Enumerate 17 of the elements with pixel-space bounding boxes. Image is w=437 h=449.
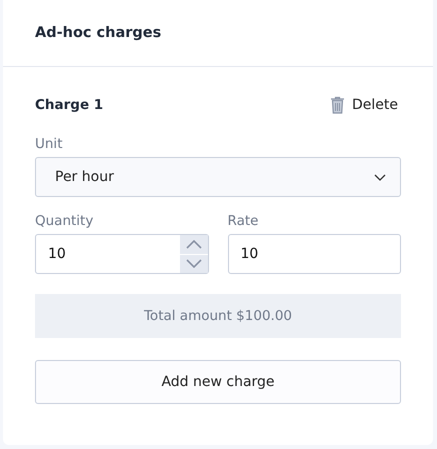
increment-button[interactable] <box>180 235 208 254</box>
card-title: Ad-hoc charges <box>35 25 162 41</box>
rate-field[interactable]: 10 <box>228 234 401 274</box>
field-label: Quantity <box>35 212 94 230</box>
unit-select[interactable]: Per hour <box>35 157 401 197</box>
field-label: Rate <box>228 212 260 230</box>
quantity-field[interactable]: 10 <box>35 234 208 274</box>
field-label: Unit <box>35 135 64 153</box>
charge-title: Charge 1 <box>35 97 104 113</box>
decrement-button[interactable] <box>180 254 208 273</box>
chevron-up-icon <box>186 240 202 249</box>
chevron-down-icon <box>374 174 386 180</box>
trash-icon <box>330 96 345 114</box>
add-charge-button[interactable]: Add new charge <box>35 360 401 404</box>
delete-button[interactable]: Delete <box>330 96 401 114</box>
chevron-down-icon <box>186 259 202 268</box>
total-amount: Total amount $100.00 <box>35 294 401 338</box>
